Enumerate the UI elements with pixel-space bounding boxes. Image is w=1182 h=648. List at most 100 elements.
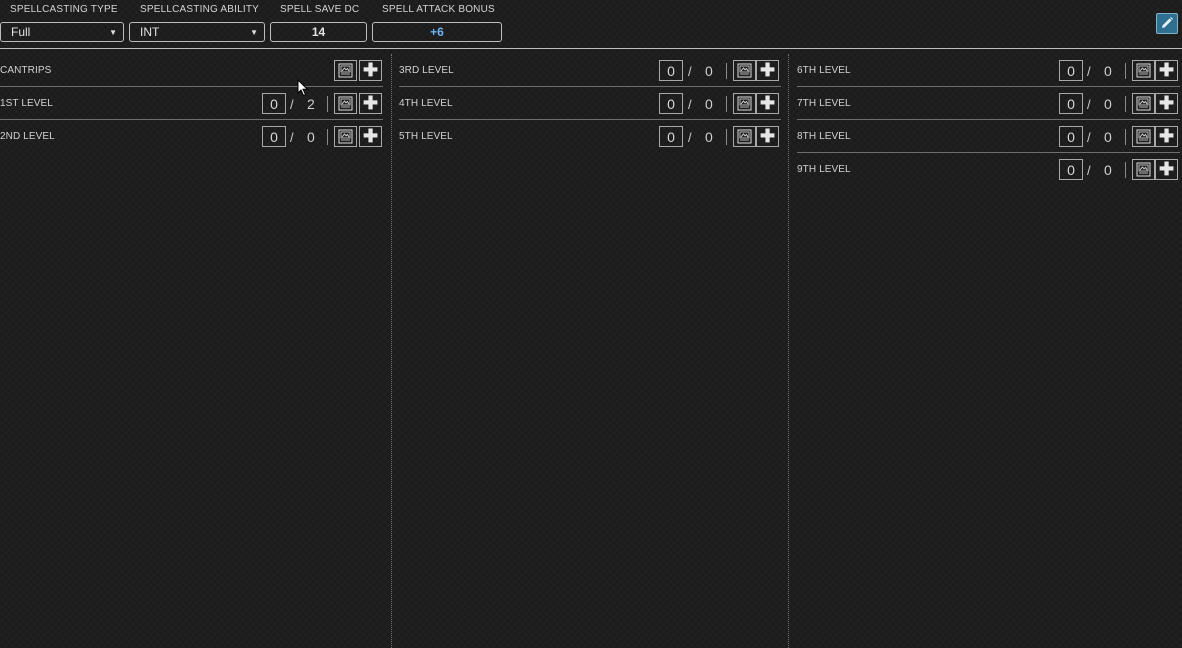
level-row-5: 5TH LEVEL 0 / 0 ✚ [399,120,781,153]
divider [1125,129,1126,145]
slots-used-input[interactable]: 0 [659,126,683,147]
add-spell-button[interactable]: ✚ [1155,159,1178,180]
spellbook-button[interactable] [1132,60,1155,81]
level-label-3: 3RD LEVEL [399,65,454,76]
slot-separator: / [1087,130,1091,145]
plus-icon: ✚ [1158,93,1175,113]
spell-attack-bonus-label: SPELL ATTACK BONUS [382,4,495,15]
slot-separator: / [1087,97,1091,112]
spellbook-icon [1136,96,1151,111]
level-label-2: 2ND LEVEL [0,131,55,142]
level-row-9: 9TH LEVEL 0 / 0 ✚ [797,153,1180,186]
mouse-cursor-icon [297,79,309,97]
spellbook-button[interactable] [733,93,756,114]
spellcasting-ability-label: SPELLCASTING ABILITY [140,4,260,15]
plus-icon: ✚ [759,126,776,146]
slot-separator: / [688,97,692,112]
spellbook-icon [737,63,752,78]
level-label-7: 7TH LEVEL [797,98,851,109]
divider [726,129,727,145]
level-row-7: 7TH LEVEL 0 / 0 ✚ [797,87,1180,120]
divider [726,96,727,112]
spellbook-icon [338,129,353,144]
spellcasting-ability-value: INT [140,25,160,39]
column-divider [788,54,789,648]
slots-max: 2 [307,96,315,112]
spell-save-dc-label: SPELL SAVE DC [280,4,360,15]
plus-icon: ✚ [1158,60,1175,80]
add-spell-button[interactable]: ✚ [756,126,779,147]
divider [327,96,328,112]
spellbook-icon [338,63,353,78]
spell-save-dc-field[interactable]: 14 [270,22,367,42]
pencil-icon [1162,17,1173,28]
plus-icon: ✚ [1158,126,1175,146]
slots-max: 0 [705,96,713,112]
plus-icon: ✚ [362,93,379,113]
level-label-1: 1ST LEVEL [0,98,53,109]
slots-max: 0 [705,129,713,145]
spellbook-button[interactable] [334,93,357,114]
slots-used-input[interactable]: 0 [262,93,286,114]
spellbook-icon [737,96,752,111]
slots-used-input[interactable]: 0 [1059,159,1083,180]
add-spell-button[interactable]: ✚ [1155,60,1178,81]
slots-used-input[interactable]: 0 [1059,93,1083,114]
spell-attack-bonus-field[interactable]: +6 [372,22,502,42]
spell-column-1: CANTRIPS ✚ 1ST LEVEL 0 / 2 ✚ 2ND LEVEL 0… [0,54,383,648]
level-row-2: 2ND LEVEL 0 / 0 ✚ [0,120,383,153]
level-row-cantrips: CANTRIPS ✚ [0,54,383,87]
slots-max: 0 [705,63,713,79]
spellbook-button[interactable] [1132,93,1155,114]
slots-used-input[interactable]: 0 [1059,126,1083,147]
plus-icon: ✚ [362,126,379,146]
add-spell-button[interactable]: ✚ [756,93,779,114]
slot-separator: / [688,64,692,79]
spellbook-button[interactable] [334,126,357,147]
spellbook-button[interactable] [733,126,756,147]
slots-max: 0 [307,129,315,145]
spellbook-icon [737,129,752,144]
column-divider [391,54,392,648]
level-row-1: 1ST LEVEL 0 / 2 ✚ [0,87,383,120]
divider [1125,96,1126,112]
spellbook-button[interactable] [1132,126,1155,147]
slots-used-input[interactable]: 0 [262,126,286,147]
add-spell-button[interactable]: ✚ [756,60,779,81]
spellbook-icon [1136,162,1151,177]
level-label-4: 4TH LEVEL [399,98,453,109]
spellcasting-ability-select[interactable]: INT ▼ [129,22,265,42]
slot-separator: / [1087,64,1091,79]
spellbook-button[interactable] [334,60,357,81]
spellbook-icon [1136,129,1151,144]
plus-icon: ✚ [759,93,776,113]
slots-max: 0 [1104,63,1112,79]
spellcasting-type-value: Full [11,25,31,39]
level-row-6: 6TH LEVEL 0 / 0 ✚ [797,54,1180,87]
add-spell-button[interactable]: ✚ [1155,93,1178,114]
add-spell-button[interactable]: ✚ [359,93,382,114]
spellbook-button[interactable] [1132,159,1155,180]
header-divider [0,48,1182,49]
slot-separator: / [688,130,692,145]
spellcasting-type-label: SPELLCASTING TYPE [10,4,118,15]
add-spell-button[interactable]: ✚ [359,126,382,147]
level-label-5: 5TH LEVEL [399,131,453,142]
slot-separator: / [1087,163,1091,178]
spellbook-button[interactable] [733,60,756,81]
slots-used-input[interactable]: 0 [659,60,683,81]
divider [1125,63,1126,79]
slot-separator: / [290,130,294,145]
spellcasting-type-select[interactable]: Full ▼ [0,22,124,42]
spell-column-2: 3RD LEVEL 0 / 0 ✚ 4TH LEVEL 0 / 0 ✚ 5TH … [399,54,781,648]
add-spell-button[interactable]: ✚ [1155,126,1178,147]
add-spell-button[interactable]: ✚ [359,60,382,81]
slots-used-input[interactable]: 0 [1059,60,1083,81]
plus-icon: ✚ [362,60,379,80]
level-row-8: 8TH LEVEL 0 / 0 ✚ [797,120,1180,153]
level-label-9: 9TH LEVEL [797,164,851,175]
edit-button[interactable] [1156,13,1178,34]
level-row-3: 3RD LEVEL 0 / 0 ✚ [399,54,781,87]
spell-attack-bonus-value: +6 [430,25,444,39]
slots-used-input[interactable]: 0 [659,93,683,114]
